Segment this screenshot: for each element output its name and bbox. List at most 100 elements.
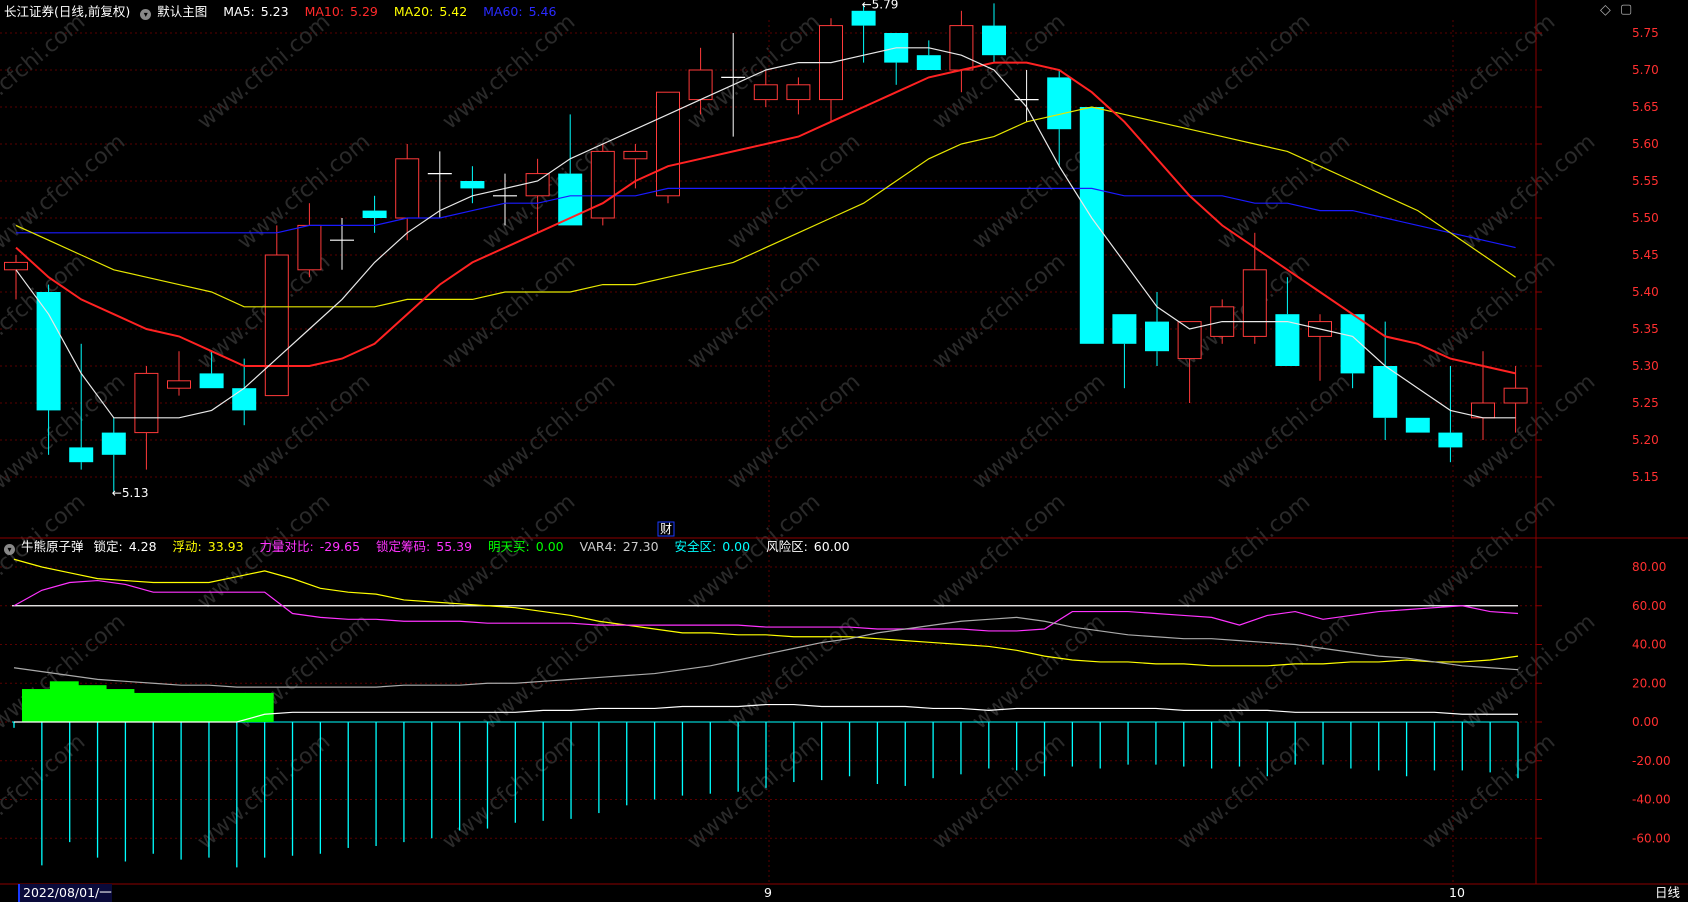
ma60-legend: MA60: 5.46 — [483, 4, 562, 19]
candle-body-up — [525, 173, 550, 197]
candle — [1079, 107, 1104, 344]
float-legend: 浮动: 33.93 — [172, 539, 244, 554]
candle-body-up — [395, 158, 420, 219]
y-tick-label: 5.75 — [1632, 26, 1659, 40]
candle-body-down — [851, 10, 876, 26]
watermark-text: www.cfchi.com — [1213, 609, 1355, 734]
ma10-value: 5.29 — [350, 4, 378, 19]
watermark-text: www.cfchi.com — [1213, 129, 1355, 254]
buy-signal-bar — [189, 692, 218, 722]
candle — [1438, 366, 1463, 463]
buy-tomorrow-legend: 明天买: 0.00 — [488, 539, 564, 554]
window-icon[interactable]: ▢ — [1620, 2, 1632, 17]
watermark-text: www.cfchi.com — [1418, 489, 1560, 614]
y-tick-label: 5.50 — [1632, 211, 1659, 225]
y-tick-label: 5.60 — [1632, 137, 1659, 151]
candle — [590, 144, 615, 226]
candle-body-down — [916, 55, 941, 70]
buy-signal-bar — [244, 692, 274, 722]
watermark-text: www.cfchi.com — [968, 369, 1110, 494]
ma5-value: 5.23 — [260, 4, 289, 19]
buy-signal-bar — [216, 692, 246, 722]
candle-body-up — [688, 69, 713, 101]
y-tick-label: 5.25 — [1632, 396, 1659, 410]
candle — [1373, 321, 1398, 440]
candle — [884, 33, 909, 85]
watermark-text: www.cfchi.com — [0, 9, 90, 134]
candle-body-up — [1503, 387, 1528, 404]
power-legend: 力量对比: -29.65 — [259, 539, 361, 554]
finance-marker: 财 — [660, 522, 672, 536]
candle-body-down — [982, 25, 1006, 56]
candle — [982, 3, 1006, 63]
watermark-text: www.cfchi.com — [438, 9, 580, 134]
y-tick-label: 5.70 — [1632, 63, 1659, 77]
time-axis: 2022/08/01/一 9 10 — [0, 884, 1688, 902]
ma10-label: MA10: — [304, 4, 345, 19]
indicator-name[interactable]: 牛熊原子弹 — [21, 539, 84, 554]
watermark-text: www.cfchi.com — [1418, 9, 1560, 134]
candle — [264, 225, 289, 397]
low-marker: ←5.13 — [112, 486, 149, 500]
template-selector[interactable]: ▾ 默认主图 — [140, 4, 213, 20]
watermark-text: www.cfchi.com — [928, 249, 1070, 374]
candle — [395, 144, 420, 241]
candle — [916, 40, 941, 70]
candle — [362, 195, 387, 233]
locked-chips-legend: 锁定筹码: 55.39 — [376, 539, 473, 554]
candle-body-down — [1145, 321, 1169, 352]
candle-body-up — [949, 25, 974, 71]
y-tick-label: 0.00 — [1632, 715, 1659, 729]
y-tick-label: -40.00 — [1632, 793, 1671, 807]
candle — [460, 166, 485, 204]
ma60-label: MA60: — [483, 4, 523, 19]
chart-mode[interactable]: (日线,前复权) — [54, 4, 130, 19]
candle — [232, 358, 257, 426]
candle-body-down — [1047, 77, 1072, 130]
watermark-text: www.cfchi.com — [478, 369, 620, 494]
ma20-label: MA20: — [393, 4, 434, 19]
watermark-text: www.cfchi.com — [193, 729, 335, 854]
candle-body-up — [623, 150, 648, 160]
candle-body-down — [1079, 107, 1104, 344]
candle-body-up — [656, 91, 680, 197]
watermark-text: www.cfchi.com — [478, 609, 620, 734]
diamond-icon[interactable]: ◇ — [1600, 2, 1611, 18]
y-tick-label: -60.00 — [1632, 831, 1671, 845]
watermark-text: www.cfchi.com — [1418, 249, 1560, 374]
candle-body-up — [4, 261, 28, 271]
candle — [1112, 314, 1137, 389]
dropdown-icon[interactable]: ▾ — [140, 9, 152, 20]
watermark-text: www.cfchi.com — [1173, 729, 1315, 854]
var4-legend: VAR4: 27.30 — [579, 539, 659, 554]
candle — [786, 77, 811, 115]
watermark-text: www.cfchi.com — [1173, 9, 1315, 134]
stock-chart[interactable]: www.cfchi.com www.cfchi.com www.cfchi.com w… — [0, 0, 1688, 902]
period-tab-daily[interactable]: 日线 — [1655, 884, 1680, 902]
y-tick-label: 5.55 — [1632, 174, 1659, 188]
candle-body-down — [69, 447, 94, 463]
main-chart-header: 长江证券(日线,前复权) ▾ 默认主图 MA5: 5.23 MA10: 5.29 MA… — [4, 3, 568, 21]
template-label: 默认主图 — [157, 4, 208, 19]
buy-signal-bar — [133, 692, 163, 722]
watermark-text: www.cfchi.com — [1213, 369, 1355, 494]
watermark-text: www.cfchi.com — [1458, 369, 1600, 494]
candle — [1145, 292, 1169, 366]
ma60-value: 5.46 — [528, 4, 557, 19]
candle — [167, 351, 191, 396]
candle-body-down — [460, 181, 485, 189]
candle-body-down — [1373, 366, 1398, 418]
watermark-text: www.cfchi.com — [1458, 609, 1600, 734]
buy-signal-bar — [49, 681, 79, 722]
security-name[interactable]: 长江证券 — [4, 4, 54, 19]
dropdown-icon[interactable]: ▾ — [4, 544, 15, 555]
ma20-legend: MA20: 5.42 — [394, 4, 473, 19]
candle — [101, 417, 126, 492]
candle-body-down — [1405, 417, 1430, 433]
candle-body-up — [590, 150, 615, 219]
candle-body-down — [362, 210, 387, 218]
month-9-label: 9 — [764, 885, 772, 900]
y-tick-label: 5.15 — [1632, 470, 1659, 484]
candle — [1014, 70, 1039, 122]
candle-body-down — [1438, 432, 1463, 448]
